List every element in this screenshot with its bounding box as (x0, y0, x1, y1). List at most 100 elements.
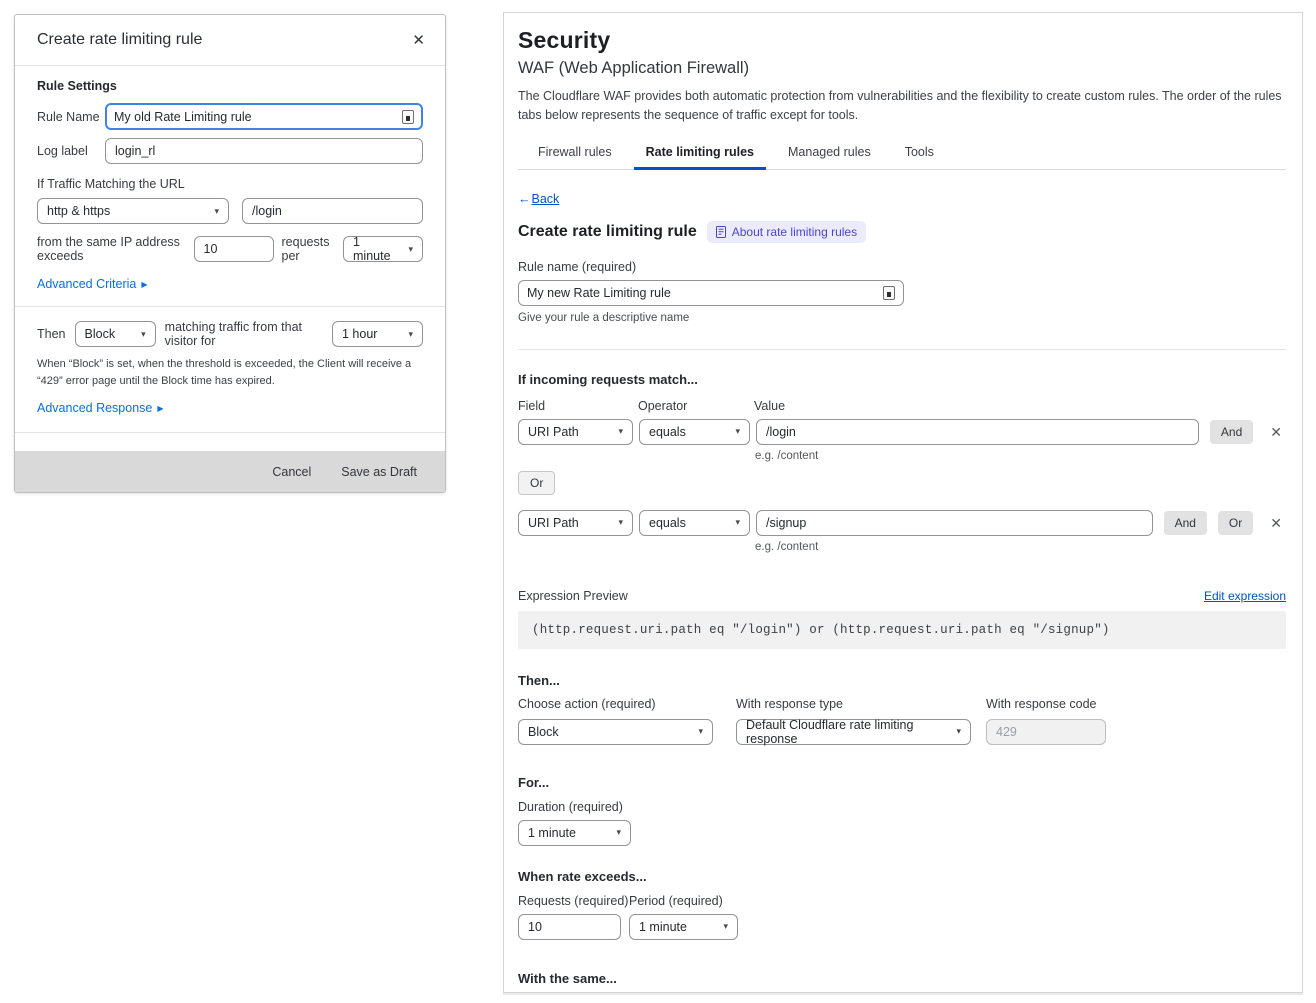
remove-condition-icon[interactable]: ✕ (1266, 423, 1286, 441)
value-input[interactable] (756, 510, 1153, 536)
action-column: Choose action (required) Block ▾ (518, 697, 713, 745)
rule-name-field[interactable] (105, 103, 423, 130)
rule-name-row: Rule Name (37, 103, 423, 130)
expression-preview-label: Expression Preview (518, 589, 628, 603)
rate-controls: 1 minute ▾ (518, 914, 1286, 940)
rate-period-select[interactable]: 1 minute ▾ (629, 914, 738, 940)
remove-condition-icon[interactable]: ✕ (1266, 514, 1286, 532)
action-select[interactable]: Block ▾ (75, 321, 156, 347)
save-as-draft-button[interactable]: Save as Draft (341, 465, 417, 479)
rate-heading: When rate exceeds... (518, 869, 1286, 884)
back-label: Back (532, 192, 560, 206)
value-input[interactable] (756, 419, 1199, 445)
security-waf-panel: Security WAF (Web Application Firewall) … (503, 12, 1303, 993)
divider (15, 306, 445, 307)
expression-header: Expression Preview Edit expression (518, 589, 1286, 603)
chevron-down-icon: ▾ (408, 329, 413, 340)
and-button[interactable]: And (1210, 420, 1253, 444)
operator-column-label: Operator (638, 399, 754, 413)
response-code-label: With response code (986, 697, 1106, 711)
or-button[interactable]: Or (1218, 511, 1253, 535)
url-match-row: http & https ▾ (37, 198, 423, 224)
cancel-button[interactable]: Cancel (272, 465, 311, 479)
then-heading: Then... (518, 673, 1286, 688)
then-label: Then (37, 327, 66, 341)
advanced-response-link[interactable]: Advanced Response ▶ (37, 401, 164, 415)
dialog-title: Create rate limiting rule (37, 31, 202, 49)
chevron-down-icon: ▾ (408, 244, 413, 255)
document-icon (716, 226, 726, 238)
rule-name-input[interactable] (114, 110, 402, 124)
requests-count-input[interactable] (194, 236, 274, 262)
divider (518, 349, 1286, 350)
rate-labels: Requests (required) Period (required) (518, 894, 1286, 908)
edit-expression-link[interactable]: Edit expression (1204, 589, 1286, 603)
response-type-value: Default Cloudflare rate limiting respons… (746, 718, 948, 746)
chevron-down-icon: ▾ (698, 726, 703, 737)
back-arrow-icon: ← (518, 192, 531, 206)
rule-name-input[interactable] (527, 286, 883, 300)
rule-name-helper: Give your rule a descriptive name (518, 312, 1286, 324)
advanced-criteria-label: Advanced Criteria (37, 277, 136, 291)
then-row: Then Block ▾ matching traffic from that … (37, 320, 423, 348)
url-pattern-input[interactable] (242, 198, 423, 224)
rule-name-label: Rule name (required) (518, 260, 1286, 274)
page-title: Security (518, 27, 1286, 54)
action-select-value: Block (528, 725, 559, 739)
matching-traffic-label: matching traffic from that visitor for (165, 320, 323, 348)
about-rate-limiting-badge[interactable]: About rate limiting rules (707, 221, 866, 243)
log-label-input[interactable] (105, 138, 423, 164)
block-note: When “Block” is set, when the threshold … (37, 356, 423, 390)
chevron-down-icon: ▾ (141, 329, 146, 340)
duration-select-value: 1 minute (528, 826, 576, 840)
duration-select[interactable]: 1 minute ▾ (518, 820, 631, 846)
chevron-down-icon: ▾ (956, 726, 961, 737)
field-select-value: URI Path (528, 516, 579, 530)
response-code-column: With response code (986, 697, 1106, 745)
for-heading: For... (518, 775, 1286, 790)
requests-label: Requests (required) (518, 894, 629, 908)
field-select[interactable]: URI Path ▾ (518, 510, 633, 536)
value-hint: e.g. /content (755, 541, 1286, 553)
waf-subtitle: WAF (Web Application Firewall) (518, 59, 1286, 78)
and-button[interactable]: And (1164, 511, 1207, 535)
waf-description: The Cloudflare WAF provides both automat… (518, 87, 1286, 125)
with-same-heading: With the same... (518, 971, 1286, 986)
action-select[interactable]: Block ▾ (518, 719, 713, 745)
back-link[interactable]: ← Back (518, 192, 559, 206)
chevron-down-icon: ▾ (723, 921, 728, 932)
dialog-footer: Cancel Save as Draft (15, 451, 445, 492)
field-column-label: Field (518, 399, 638, 413)
operator-select-value: equals (649, 425, 686, 439)
operator-select[interactable]: equals ▾ (639, 510, 750, 536)
condition-row: URI Path ▾ equals ▾ And ✕ (518, 419, 1286, 445)
close-icon[interactable]: ✕ (412, 31, 425, 49)
period-select[interactable]: 1 minute ▾ (343, 236, 423, 262)
scheme-select[interactable]: http & https ▾ (37, 198, 229, 224)
autofill-icon[interactable] (883, 286, 895, 300)
value-hint: e.g. /content (755, 450, 1286, 462)
advanced-criteria-link[interactable]: Advanced Criteria ▶ (37, 277, 148, 291)
field-select[interactable]: URI Path ▾ (518, 419, 633, 445)
tab-firewall-rules[interactable]: Firewall rules (524, 136, 626, 169)
requests-input[interactable] (518, 914, 621, 940)
tab-managed-rules[interactable]: Managed rules (774, 136, 885, 169)
condition-row: URI Path ▾ equals ▾ And Or ✕ (518, 510, 1286, 536)
rule-name-field[interactable] (518, 280, 904, 306)
response-type-label: With response type (736, 697, 971, 711)
field-select-value: URI Path (528, 425, 579, 439)
chevron-down-icon: ▾ (214, 206, 219, 217)
chevron-down-icon: ▾ (616, 827, 621, 838)
tab-tools[interactable]: Tools (891, 136, 948, 169)
exceeds-label: from the same IP address exceeds (37, 235, 186, 263)
block-duration-select[interactable]: 1 hour ▾ (332, 321, 423, 347)
or-button[interactable]: Or (518, 471, 555, 495)
tab-rate-limiting-rules[interactable]: Rate limiting rules (632, 136, 768, 169)
rule-settings-heading: Rule Settings (37, 79, 423, 93)
autofill-icon[interactable] (402, 110, 414, 124)
operator-select[interactable]: equals ▾ (639, 419, 750, 445)
threshold-row: from the same IP address exceeds request… (37, 235, 423, 263)
rate-period-value: 1 minute (639, 920, 687, 934)
operator-select-value: equals (649, 516, 686, 530)
response-type-select[interactable]: Default Cloudflare rate limiting respons… (736, 719, 971, 745)
